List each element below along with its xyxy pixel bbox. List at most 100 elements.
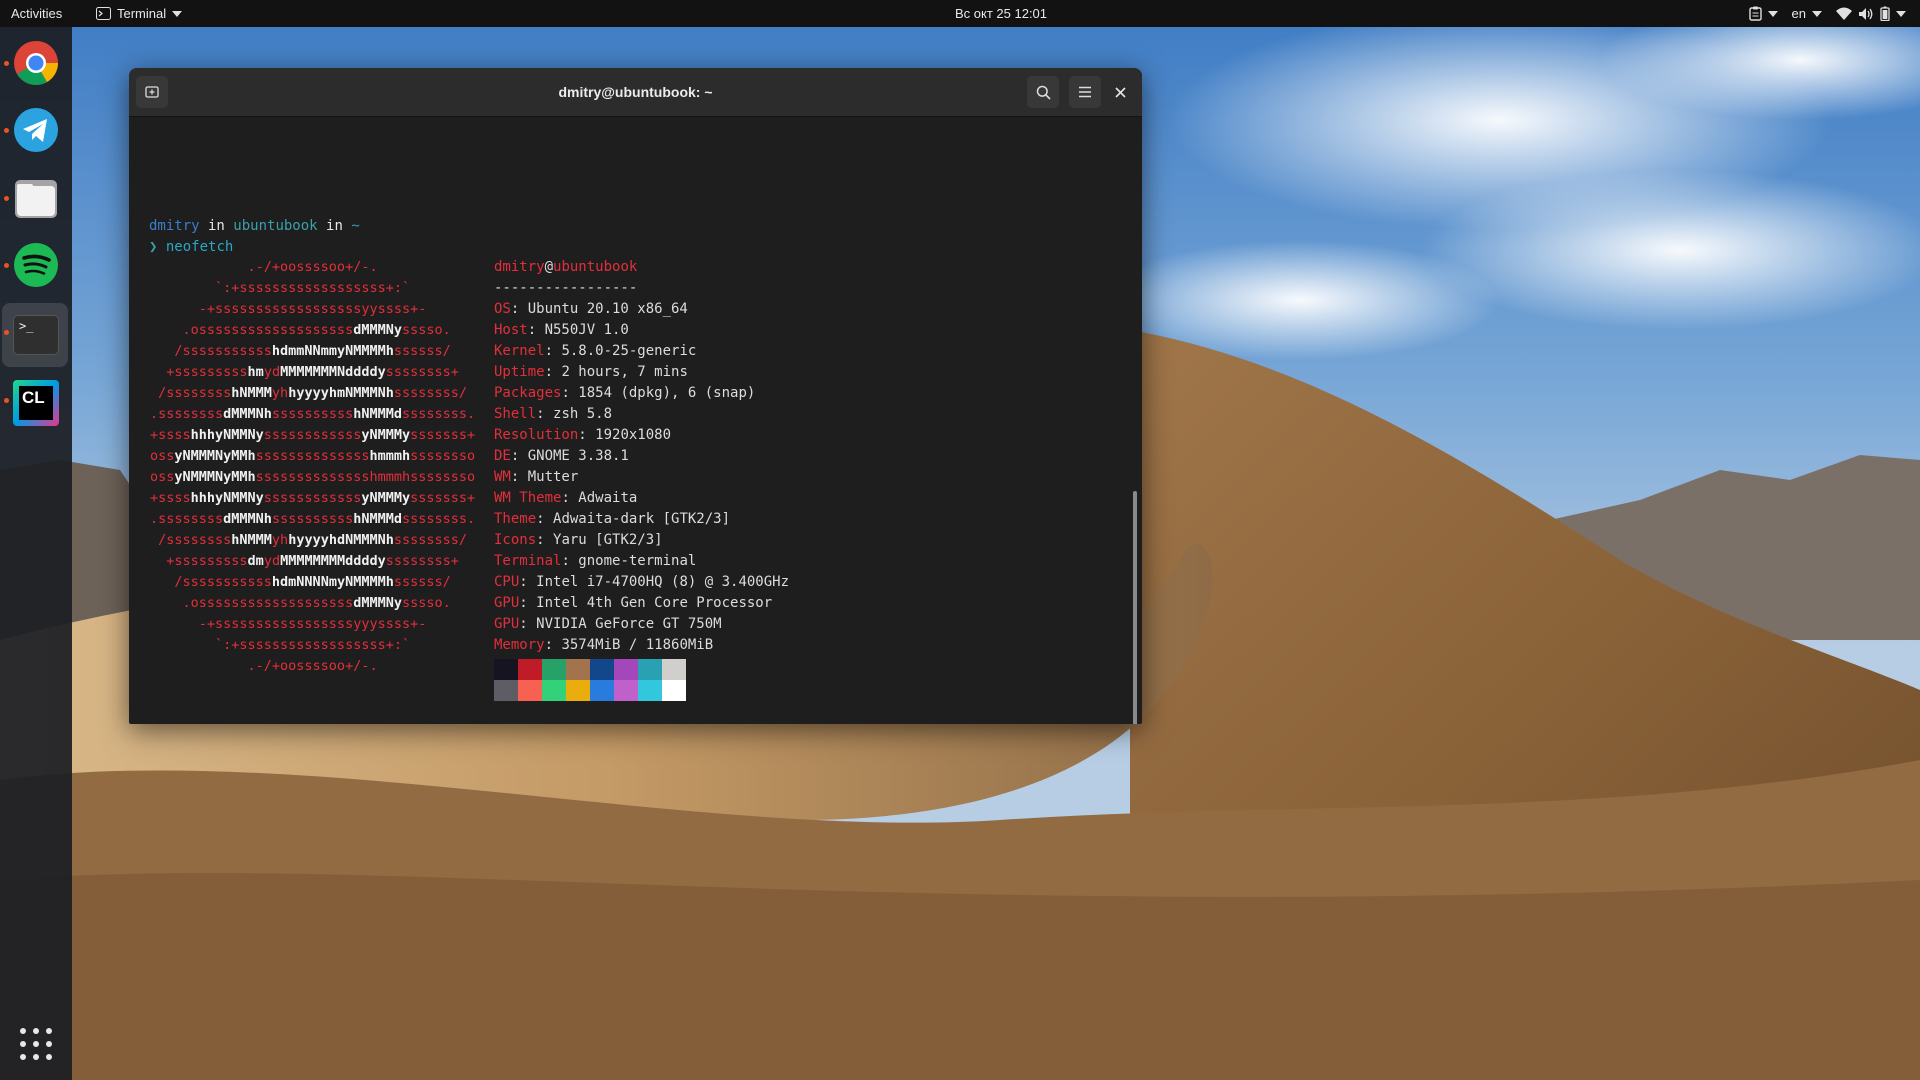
logo-line: ossyNMMMNyMMhsssssssssssssshmmmhssssssso xyxy=(150,469,476,485)
dock-item-terminal[interactable]: >_ xyxy=(12,311,60,359)
logo-line: `:+ssssssssssssssssss+:` xyxy=(150,280,411,296)
header-user: dmitry xyxy=(494,259,545,275)
logo-line: ossyNMMMNyMMhsssssssssssssshmmmhssssssso xyxy=(150,448,476,464)
prompt-line: dmitry in ubuntubook in ~ xyxy=(149,216,360,237)
system-tray[interactable]: en xyxy=(1748,0,1906,27)
logo-line: `:+ssssssssssssssssss+:` xyxy=(150,637,411,653)
dock-item-telegram[interactable] xyxy=(12,106,60,154)
info-key: OS xyxy=(494,301,511,317)
search-button[interactable] xyxy=(1027,76,1059,108)
prompt-arrow: ❯ xyxy=(149,239,158,255)
hamburger-menu-button[interactable] xyxy=(1069,76,1101,108)
dock-item-files[interactable] xyxy=(12,174,60,222)
info-key: GPU xyxy=(494,595,520,611)
info-row: OS: Ubuntu 20.10 x86_64 xyxy=(494,301,688,317)
running-indicator xyxy=(4,128,9,133)
info-value: Intel i7-4700HQ (8) @ 3.400GHz xyxy=(536,574,790,590)
info-key: Kernel xyxy=(494,343,545,359)
clipboard-icon xyxy=(1748,6,1762,21)
info-row: Icons: Yaru [GTK2/3] xyxy=(494,532,663,548)
info-header: dmitry@ubuntubook xyxy=(494,257,637,278)
window-titlebar[interactable]: dmitry@ubuntubook: ~ xyxy=(129,68,1142,117)
terminal-app-icon xyxy=(96,7,111,20)
logo-line: -+ssssssssssssssssssyyssss+- xyxy=(150,301,427,317)
info-key: Icons xyxy=(494,532,537,548)
info-row: Kernel: 5.8.0-25-generic xyxy=(494,343,697,359)
info-value: Mutter xyxy=(527,469,579,485)
scrollbar[interactable] xyxy=(1133,491,1137,724)
info-value: 1854 (dpkg), 6 (snap) xyxy=(578,385,756,401)
logo-line: .ssssssssdMMMNhsssssssssshNMMMdssssssss. xyxy=(150,406,476,422)
running-indicator xyxy=(4,196,9,201)
info-row: Host: N550JV 1.0 xyxy=(494,322,629,338)
logo-line: .-/+oossssoo+/-. xyxy=(150,259,378,275)
palette-swatch xyxy=(662,659,686,680)
logo-line: +sssshhhyNMMNyssssssssssssyNMMMysssssss+ xyxy=(150,427,476,443)
dock-item-clion[interactable]: CL xyxy=(12,379,60,427)
dock-item-chrome[interactable] xyxy=(12,39,60,87)
clipboard-indicator[interactable] xyxy=(1748,6,1778,21)
info-row: Memory: 3574MiB / 11860MiB xyxy=(494,637,714,653)
spotify-icon xyxy=(14,243,58,287)
running-indicator xyxy=(4,330,9,335)
palette-swatch xyxy=(518,659,542,680)
info-value: GNOME 3.38.1 xyxy=(527,448,629,464)
dock-item-spotify[interactable] xyxy=(12,241,60,289)
info-value: N550JV 1.0 xyxy=(544,322,629,338)
info-row: Uptime: 2 hours, 7 mins xyxy=(494,364,688,380)
header-at: @ xyxy=(544,259,554,275)
info-value: Yaru [GTK2/3] xyxy=(553,532,663,548)
info-value: gnome-terminal xyxy=(578,553,697,569)
logo-line: +sssssssssdmydMMMMMMMMddddyssssssss+ xyxy=(150,553,459,569)
terminal-output[interactable]: dmitry in ubuntubook in ~ ❯ neofetch .-/… xyxy=(129,117,1142,724)
info-row: Resolution: 1920x1080 xyxy=(494,427,672,443)
prompt-sep: in xyxy=(317,218,352,234)
palette-swatch xyxy=(494,680,518,701)
close-button[interactable] xyxy=(1104,76,1136,108)
dock: >_ CL xyxy=(0,27,72,1080)
hamburger-menu-icon xyxy=(1079,86,1091,98)
info-row: GPU: NVIDIA GeForce GT 750M xyxy=(494,616,722,632)
color-palette xyxy=(494,659,686,701)
apps-grid-icon[interactable] xyxy=(20,1028,52,1060)
command-line: ❯ neofetch xyxy=(149,237,233,258)
info-key: CPU xyxy=(494,574,520,590)
typed-command: neofetch xyxy=(165,239,234,255)
chrome-icon xyxy=(14,41,58,85)
top-bar: Activities Terminal Вс окт 25 12:01 en xyxy=(0,0,1920,27)
logo-line: .-/+oossssoo+/-. xyxy=(150,658,378,674)
info-key: Resolution xyxy=(494,427,579,443)
activities-button[interactable]: Activities xyxy=(11,0,62,27)
info-row: GPU: Intel 4th Gen Core Processor xyxy=(494,595,773,611)
app-menu[interactable]: Terminal xyxy=(96,0,183,27)
chevron-down-icon xyxy=(1896,10,1906,17)
battery-icon xyxy=(1880,6,1890,21)
telegram-icon xyxy=(14,108,58,152)
prompt-dir: ~ xyxy=(351,218,360,234)
logo-line: .ssssssssdMMMNhsssssssssshNMMMdssssssss. xyxy=(150,511,476,527)
info-value: Adwaita-dark [GTK2/3] xyxy=(553,511,731,527)
info-value: Adwaita xyxy=(578,490,638,506)
terminal-window[interactable]: dmitry@ubuntubook: ~ dmitry in ubuntuboo… xyxy=(129,68,1142,724)
running-indicator xyxy=(4,398,9,403)
system-status-menu[interactable] xyxy=(1836,6,1906,21)
chevron-down-icon xyxy=(1812,10,1822,17)
clion-icon-label: CL xyxy=(19,386,53,420)
logo-line: /ssssssssssshdmNNNNmyNMMMMhssssss/ xyxy=(150,574,451,590)
volume-icon xyxy=(1859,7,1873,20)
keyboard-layout-indicator[interactable]: en xyxy=(1792,0,1822,27)
logo-line: /sssssssshNMMMyhhyyyyhdNMMMNhssssssss/ xyxy=(150,532,468,548)
palette-swatch xyxy=(542,680,566,701)
info-value: 3574MiB / 11860MiB xyxy=(561,637,714,653)
info-key: GPU xyxy=(494,616,520,632)
clock[interactable]: Вс окт 25 12:01 xyxy=(955,0,1047,27)
palette-swatch xyxy=(542,659,566,680)
info-value: 2 hours, 7 mins xyxy=(561,364,688,380)
info-key: Uptime xyxy=(494,364,545,380)
info-row: Terminal: gnome-terminal xyxy=(494,553,697,569)
logo-line: /ssssssssssshdmmNNmmyNMMMMhssssss/ xyxy=(150,343,451,359)
info-separator: ----------------- xyxy=(494,280,638,296)
info-key: Host xyxy=(494,322,528,338)
logo-line: /sssssssshNMMMyhhyyyyhmNMMMNhssssssss/ xyxy=(150,385,468,401)
info-key: WM xyxy=(494,469,511,485)
